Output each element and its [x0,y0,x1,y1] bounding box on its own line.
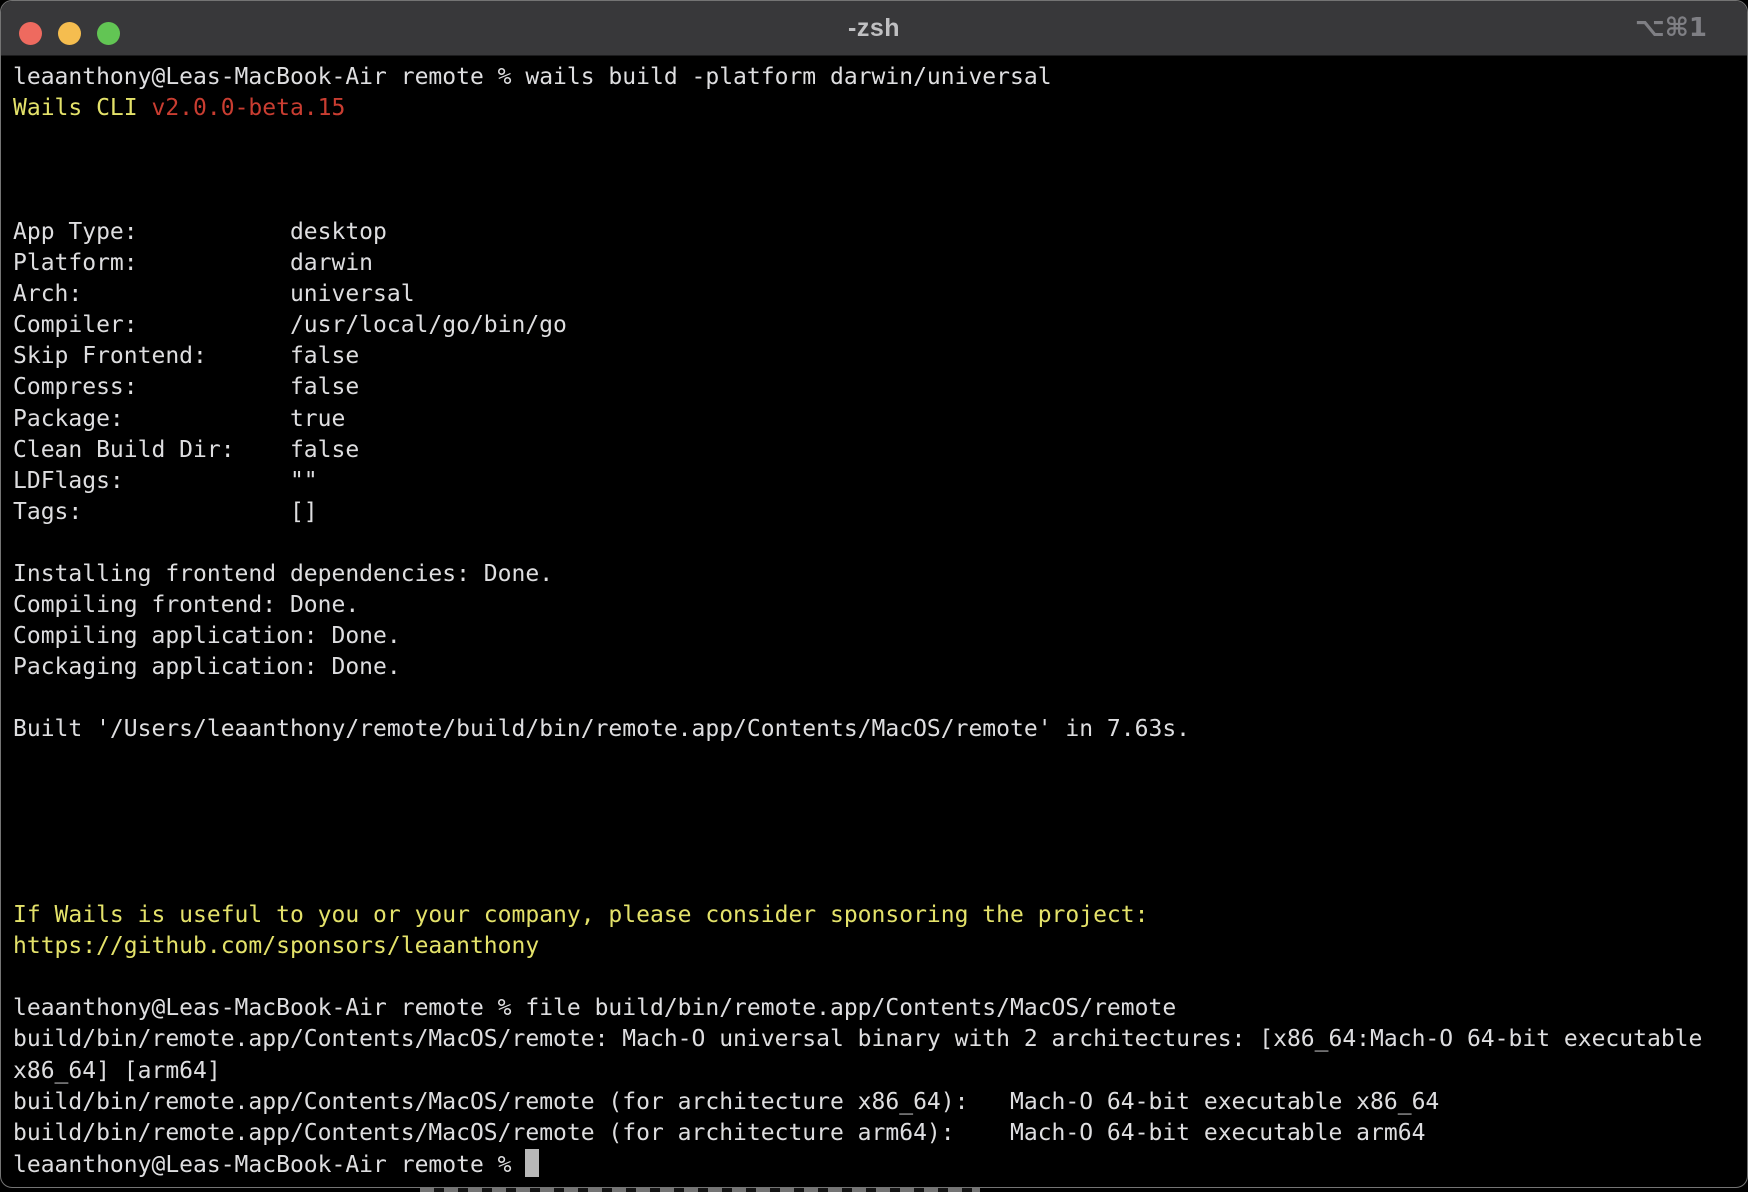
terminal-text-segment: If Wails is useful to you or your compan… [13,902,1148,928]
terminal-line-17: Installing frontend dependencies: Done. [13,559,1735,590]
terminal-line-31: leaanthony@Leas-MacBook-Air remote % fil… [13,993,1735,1024]
terminal-text-segment: build/bin/remote.app/Contents/MacOS/remo… [13,1089,1439,1115]
terminal-line-7: Platform:darwin [13,248,1735,279]
terminal-text-segment: build/bin/remote.app/Contents/MacOS/remo… [13,1026,1702,1052]
terminal-line-26 [13,838,1735,869]
terminal-text-segment: Packaging application: Done. [13,654,401,680]
terminal-line-33: x86_64] [arm64] [13,1056,1735,1087]
terminal-line-15: Tags:[] [13,497,1735,528]
terminal-line-14: LDFlags:"" [13,466,1735,497]
terminal-line-34: build/bin/remote.app/Contents/MacOS/remo… [13,1087,1735,1118]
terminal-text-segment: x86_64] [arm64] [13,1058,221,1084]
window-title: -zsh [1,1,1747,56]
config-value: universal [290,281,415,307]
terminal-screen[interactable]: leaanthony@Leas-MacBook-Air remote % wai… [1,56,1747,1188]
config-label: Arch: [13,279,290,310]
config-value: true [290,406,345,432]
config-label: Clean Build Dir: [13,435,290,466]
terminal-line-1: leaanthony@Leas-MacBook-Air remote % wai… [13,62,1735,93]
terminal-text-segment: leaanthony@Leas-MacBook-Air remote % fil… [13,995,1176,1021]
keyboard-shortcut-badge: ⌥⌘1 [1635,1,1707,56]
config-label: Skip Frontend: [13,341,290,372]
terminal-text-segment: build/bin/remote.app/Contents/MacOS/remo… [13,1120,1425,1146]
terminal-line-36: leaanthony@Leas-MacBook-Air remote % [13,1149,1735,1180]
terminal-line-28: If Wails is useful to you or your compan… [13,900,1735,931]
terminal-cursor [525,1149,539,1177]
config-label: Package: [13,404,290,435]
config-value: /usr/local/go/bin/go [290,312,567,338]
terminal-line-10: Skip Frontend:false [13,341,1735,372]
terminal-text-segment: https://github.com/sponsors/leaanthony [13,933,539,959]
config-value: desktop [290,219,387,245]
config-value: false [290,374,359,400]
config-label: Compiler: [13,310,290,341]
config-label: LDFlags: [13,466,290,497]
terminal-line-30 [13,962,1735,993]
terminal-line-2: Wails CLI v2.0.0-beta.15 [13,93,1735,124]
terminal-line-25 [13,807,1735,838]
config-label: Tags: [13,497,290,528]
config-value: darwin [290,250,373,276]
terminal-line-4 [13,155,1735,186]
terminal-line-9: Compiler:/usr/local/go/bin/go [13,310,1735,341]
window-titlebar[interactable]: -zsh ⌥⌘1 [1,1,1747,56]
config-value: "" [290,468,318,494]
config-label: Platform: [13,248,290,279]
terminal-line-24 [13,776,1735,807]
terminal-line-27 [13,869,1735,900]
terminal-text-segment: leaanthony@Leas-MacBook-Air remote % wai… [13,64,1052,90]
terminal-line-22: Built '/Users/leaanthony/remote/build/bi… [13,714,1735,745]
terminal-line-32: build/bin/remote.app/Contents/MacOS/remo… [13,1024,1735,1055]
terminal-line-20: Packaging application: Done. [13,652,1735,683]
terminal-line-35: build/bin/remote.app/Contents/MacOS/remo… [13,1118,1735,1149]
terminal-line-16 [13,528,1735,559]
terminal-line-6: App Type:desktop [13,217,1735,248]
terminal-line-29: https://github.com/sponsors/leaanthony [13,931,1735,962]
terminal-text-segment: v2.0.0-beta.15 [151,95,345,121]
terminal-text-segment: Built '/Users/leaanthony/remote/build/bi… [13,716,1190,742]
terminal-text-segment: Compiling frontend: Done. [13,592,359,618]
terminal-text-segment: Installing frontend dependencies: Done. [13,561,553,587]
terminal-text-segment: Compiling application: Done. [13,623,401,649]
config-label: App Type: [13,217,290,248]
terminal-text-segment: Wails CLI [13,95,151,121]
config-value: [] [290,499,318,525]
terminal-line-8: Arch:universal [13,279,1735,310]
screenshot-stage: -zsh ⌥⌘1 leaanthony@Leas-MacBook-Air rem… [0,0,1748,1192]
background-window-sliver [420,1188,980,1192]
terminal-line-12: Package:true [13,404,1735,435]
terminal-line-13: Clean Build Dir:false [13,435,1735,466]
terminal-line-18: Compiling frontend: Done. [13,590,1735,621]
config-value: false [290,437,359,463]
terminal-line-21 [13,683,1735,714]
config-value: false [290,343,359,369]
terminal-line-5 [13,186,1735,217]
terminal-line-11: Compress:false [13,372,1735,403]
terminal-line-3 [13,124,1735,155]
terminal-line-23 [13,745,1735,776]
terminal-line-19: Compiling application: Done. [13,621,1735,652]
terminal-window: -zsh ⌥⌘1 leaanthony@Leas-MacBook-Air rem… [0,0,1748,1188]
config-label: Compress: [13,372,290,403]
terminal-text-segment: leaanthony@Leas-MacBook-Air remote % [13,1152,525,1178]
